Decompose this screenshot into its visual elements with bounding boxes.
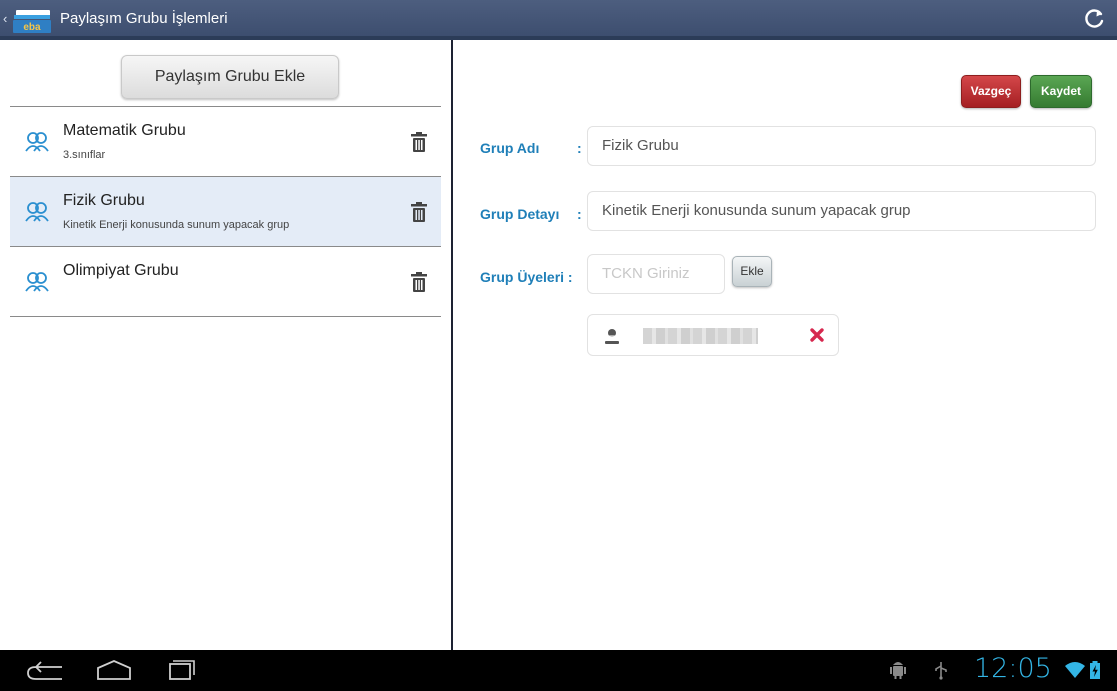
battery-icon — [1090, 661, 1100, 679]
remove-member-icon[interactable] — [806, 324, 828, 346]
eba-logo[interactable]: eba — [12, 9, 52, 34]
save-button[interactable]: Kaydet — [1030, 75, 1092, 108]
nav-recents-icon[interactable] — [158, 656, 202, 686]
member-chip — [587, 314, 839, 356]
group-detail-pane: Vazgeç Kaydet Grup Adı : Fizik Grubu Gru… — [453, 40, 1117, 650]
wifi-icon — [1065, 662, 1085, 678]
system-bar: 12:05 — [0, 650, 1117, 691]
group-detail: Kinetik Enerji konusunda sunum yapacak g… — [63, 219, 290, 231]
group-item-olimpiyat[interactable]: Olimpiyat Grubu — [10, 247, 441, 317]
page-title: Paylaşım Grubu İşlemleri — [60, 10, 228, 27]
group-name: Fizik Grubu — [63, 192, 145, 209]
user-icon — [605, 329, 619, 344]
nav-home-icon[interactable] — [92, 656, 136, 686]
add-group-button[interactable]: Paylaşım Grubu Ekle — [121, 55, 339, 99]
trash-icon[interactable] — [410, 131, 428, 153]
group-icon — [25, 132, 49, 152]
add-member-button[interactable]: Ekle — [732, 256, 772, 287]
member-name-redacted — [643, 328, 758, 344]
group-name: Olimpiyat Grubu — [63, 262, 179, 279]
refresh-icon[interactable] — [1081, 6, 1107, 32]
group-item-fizik[interactable]: Fizik Grubu Kinetik Enerji konusunda sun… — [10, 177, 441, 247]
group-members-label: Grup Üyeleri : — [480, 269, 573, 285]
android-debug-icon — [890, 662, 906, 679]
tckn-input[interactable]: TCKN Giriniz — [587, 254, 725, 294]
clock: 12:05 — [974, 653, 1052, 684]
group-name-field[interactable]: Fizik Grubu — [587, 126, 1096, 166]
back-icon[interactable]: ‹ — [3, 11, 7, 26]
group-detail-field[interactable]: Kinetik Enerji konusunda sunum yapacak g… — [587, 191, 1096, 231]
usb-icon — [935, 662, 947, 680]
group-detail-colon: : — [577, 206, 582, 222]
group-name-colon: : — [577, 140, 582, 156]
group-list-pane: Paylaşım Grubu Ekle Matematik Grubu 3.sı… — [0, 40, 451, 650]
group-item-matematik[interactable]: Matematik Grubu 3.sınıflar — [10, 107, 441, 177]
trash-icon[interactable] — [410, 271, 428, 293]
group-name-label: Grup Adı — [480, 140, 540, 156]
group-icon — [25, 272, 49, 292]
action-bar: ‹ eba Paylaşım Grubu İşlemleri — [0, 0, 1117, 40]
trash-icon[interactable] — [410, 201, 428, 223]
group-detail-label: Grup Detayı — [480, 206, 560, 222]
cancel-button[interactable]: Vazgeç — [961, 75, 1021, 108]
group-name: Matematik Grubu — [63, 122, 186, 139]
group-icon — [25, 202, 49, 222]
eba-logo-text: eba — [23, 22, 41, 33]
group-detail: 3.sınıflar — [63, 149, 106, 161]
group-list: Matematik Grubu 3.sınıflar Fizik Grubu K… — [10, 106, 441, 317]
nav-back-icon[interactable] — [24, 656, 68, 686]
